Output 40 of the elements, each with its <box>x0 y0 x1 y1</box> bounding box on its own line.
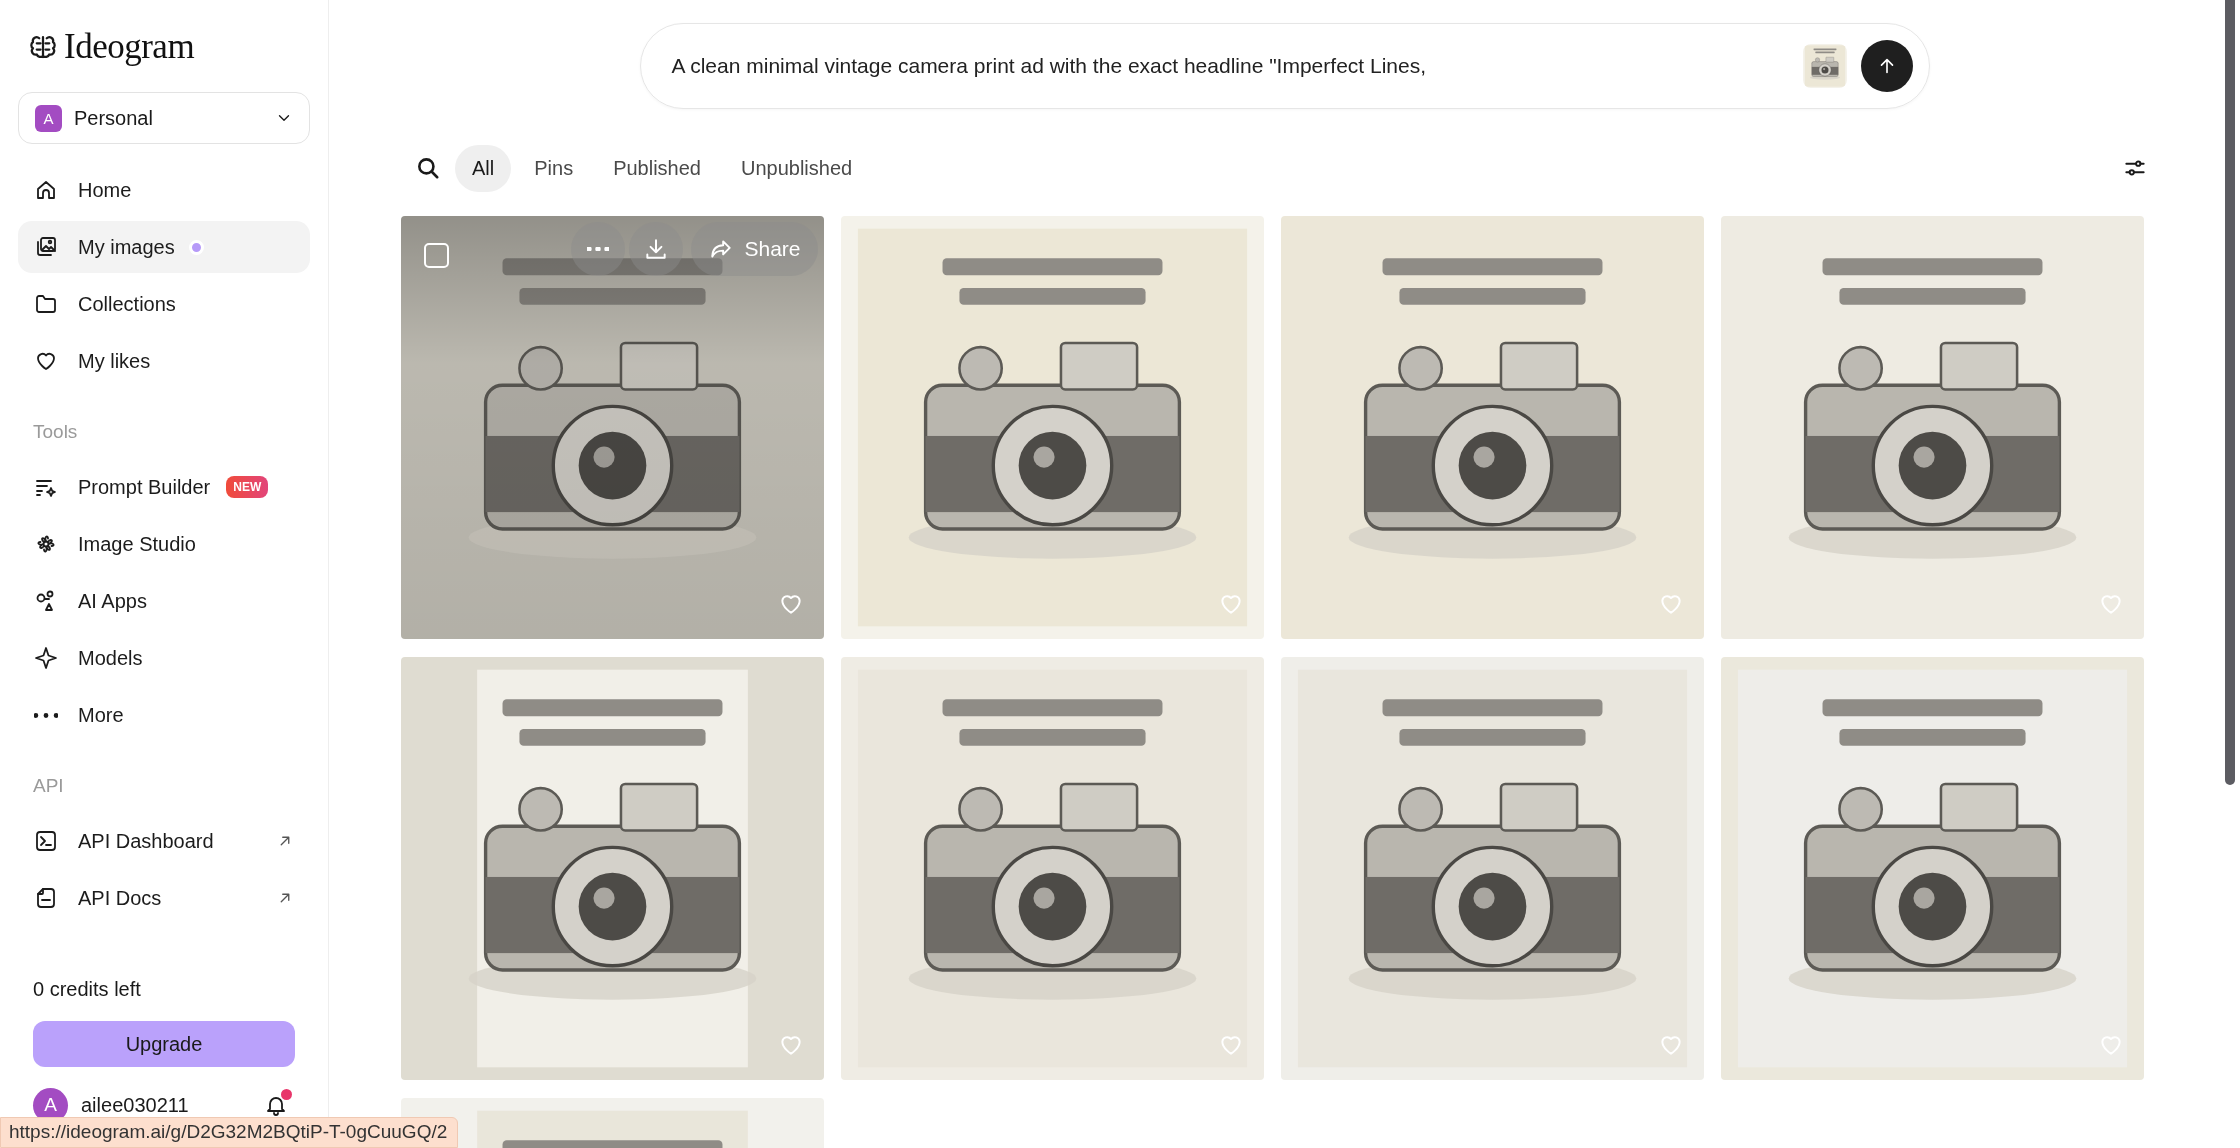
workspace-selector[interactable]: A Personal <box>18 92 310 144</box>
sidebar-item[interactable]: Collections <box>18 278 310 330</box>
select-checkbox[interactable] <box>424 243 449 268</box>
sidebar-item[interactable]: More <box>18 689 310 741</box>
more-icon <box>34 712 58 718</box>
section-label: Tools <box>32 420 79 444</box>
unread-dot <box>188 239 204 255</box>
filter-tab[interactable]: Pins <box>517 144 591 192</box>
sidebar-item[interactable]: My images <box>18 221 310 273</box>
username[interactable]: ailee030211 <box>81 1093 189 1117</box>
terminal-icon <box>34 829 58 853</box>
more-icon <box>587 247 609 251</box>
folder-icon <box>34 292 58 316</box>
sidebar-item[interactable]: API Docs <box>18 872 310 924</box>
home-icon <box>34 178 58 202</box>
status-url: https://ideogram.ai/g/D2G32M2BQtiP-T-0gCuuGQ/2 <box>0 1117 459 1148</box>
sidebar-item[interactable]: My likes <box>18 335 310 387</box>
new-badge: NEW <box>226 476 269 498</box>
credits-text: 0 credits left <box>32 976 142 1002</box>
star-icon <box>34 646 58 670</box>
images-icon <box>34 235 58 259</box>
sidebar-item[interactable]: Models <box>18 632 310 684</box>
workspace-avatar: A <box>35 104 62 132</box>
sidebar-item[interactable]: Home <box>18 164 310 216</box>
sidebar-item[interactable]: AI Apps <box>18 575 310 627</box>
workspace-name: Personal <box>74 106 153 130</box>
filter-tab[interactable]: Unpublished <box>724 144 870 192</box>
document-icon <box>34 886 58 910</box>
logo-text: Ideogram <box>64 27 195 67</box>
search-icon <box>415 155 441 181</box>
sidebar-item[interactable]: Prompt Builder NEW <box>18 461 310 513</box>
filter-tab[interactable]: Published <box>596 144 718 192</box>
upgrade-button[interactable]: Upgrade <box>33 1021 295 1067</box>
scrollbar[interactable] <box>2225 0 2235 785</box>
send-button[interactable] <box>1860 40 1913 92</box>
sidebar-item[interactable]: Image Studio <box>18 518 310 570</box>
sidebar-item[interactable]: API Dashboard <box>18 815 310 867</box>
prompt-text: A clean minimal vintage camera print ad with the exact headline "Imperfect Lines, <box>671 54 1427 78</box>
filter-tab[interactable]: All <box>455 144 512 192</box>
section-label: API <box>32 774 65 798</box>
